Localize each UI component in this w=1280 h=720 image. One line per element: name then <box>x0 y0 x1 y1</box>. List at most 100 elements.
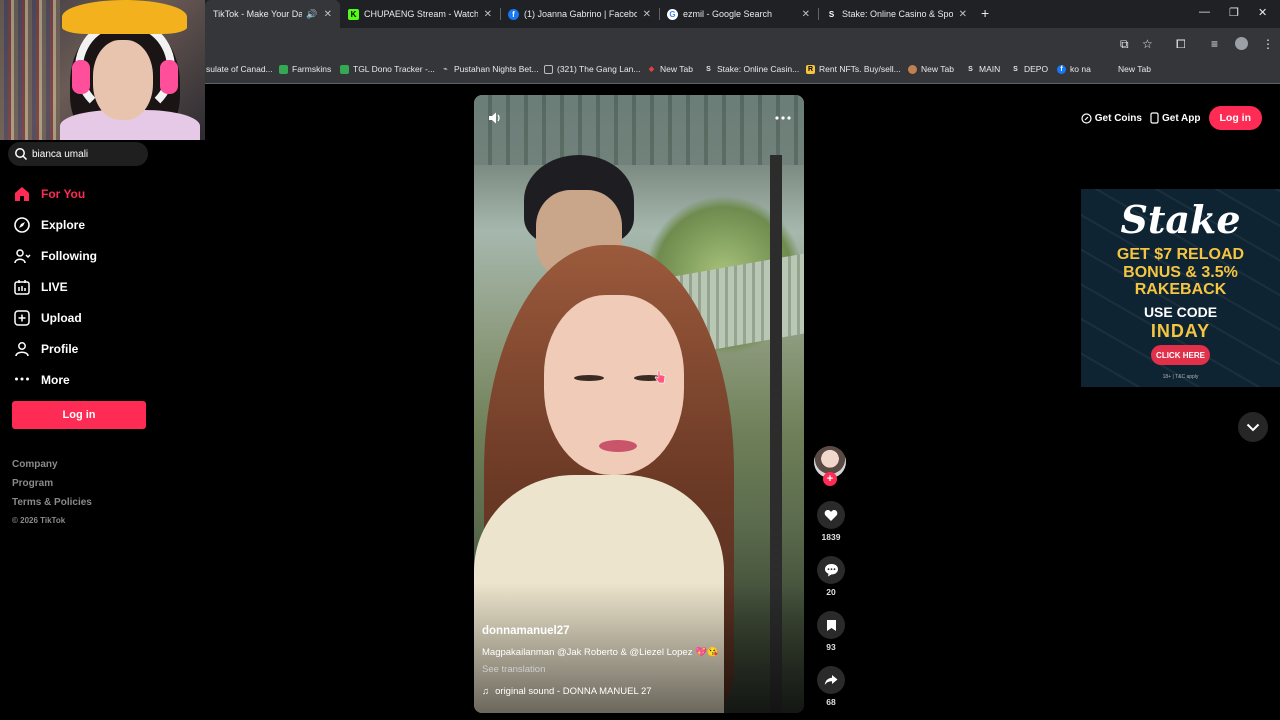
hand-cursor-icon <box>654 370 666 384</box>
header-actions: Get Coins Get App Log in <box>1066 104 1262 132</box>
profile-avatar-icon[interactable] <box>1235 37 1248 50</box>
headphone-ear <box>72 60 90 94</box>
ad-promo-code: INDAY <box>1150 321 1211 341</box>
ad-use-code-label: USE CODE <box>1143 304 1218 320</box>
get-coins-button[interactable]: Get Coins <box>1081 113 1142 124</box>
ad-promo-line: GET $7 RELOAD <box>1116 246 1245 263</box>
ad-click-here-button[interactable]: CLICK HERE <box>1151 345 1210 365</box>
follow-plus-icon[interactable]: + <box>823 472 837 486</box>
volume-icon[interactable] <box>487 110 503 126</box>
bookmark-button[interactable]: 93 <box>816 611 846 652</box>
sidebar-item-label: Explore <box>41 217 86 232</box>
get-app-label: Get App <box>1161 112 1201 124</box>
bookmark-item[interactable]: New Tab <box>1118 64 1151 74</box>
live-tv-icon <box>12 277 32 297</box>
video-author[interactable]: donnamanuel27 <box>482 625 782 637</box>
tab-facebook[interactable]: f (1) Joanna Gabrino | Facebook ✕ <box>500 0 659 28</box>
bookmark-item[interactable]: f ko na <box>1057 64 1091 74</box>
close-icon[interactable]: ✕ <box>643 9 651 20</box>
media-icon[interactable]: ≡ <box>1211 37 1218 51</box>
search-bar[interactable] <box>8 142 148 166</box>
share-count: 68 <box>826 697 836 707</box>
bookmark-item[interactable]: New Tab <box>908 64 954 74</box>
get-app-button[interactable]: Get App <box>1150 112 1201 124</box>
sidebar-item-label: Upload <box>41 310 82 325</box>
sidebar-item-profile[interactable]: Profile <box>12 333 152 364</box>
close-icon[interactable]: ✕ <box>802 9 810 20</box>
close-window-icon[interactable]: ✕ <box>1258 6 1267 19</box>
star-icon[interactable]: ☆ <box>1142 37 1153 51</box>
video-sound[interactable]: ♫ original sound - DONNA MANUEL 27 <box>482 686 782 697</box>
bookmark-label: New Tab <box>1118 64 1151 74</box>
footer-link-company[interactable]: Company <box>12 459 92 478</box>
video-scene-eye <box>574 375 604 381</box>
kebab-menu-icon[interactable]: ⋮ <box>1262 37 1274 51</box>
sidebar-item-label: Profile <box>41 341 79 356</box>
sidebar-item-live[interactable]: LIVE <box>12 271 152 302</box>
sidebar-item-following[interactable]: Following <box>12 240 152 271</box>
stake-ad-banner[interactable]: Stake GET $7 RELOAD BONUS & 3.5% RAKEBAC… <box>1081 189 1280 387</box>
more-options-icon[interactable] <box>774 110 792 126</box>
close-icon[interactable]: ✕ <box>484 9 492 20</box>
ad-promo-line: BONUS & 3.5% <box>1123 263 1238 281</box>
ad-terms: 18+ | T&C apply <box>1162 374 1199 380</box>
bookmark-item[interactable]: S MAIN <box>966 64 1000 74</box>
bookmark-item[interactable]: ◆ New Tab <box>647 64 693 74</box>
kick-icon: K <box>348 8 359 20</box>
compass-icon <box>12 215 32 235</box>
bookmark-label: (321) The Gang Lan... <box>557 64 641 74</box>
minimize-icon[interactable]: — <box>1199 6 1210 18</box>
bookmark-item[interactable]: TGL Dono Tracker -... <box>340 64 435 74</box>
install-app-icon[interactable]: ⧉ <box>1120 37 1129 52</box>
sidebar-item-for-you[interactable]: For You <box>12 178 152 209</box>
copyright-text: © 2026 TikTok <box>12 516 66 525</box>
share-button[interactable]: 68 <box>816 666 846 707</box>
tab-chupaeng[interactable]: K CHUPAENG Stream - Watch Liv ✕ <box>340 0 500 28</box>
plus-square-icon <box>12 308 32 328</box>
music-note-icon: ♫ <box>482 686 490 697</box>
close-icon[interactable]: ✕ <box>959 9 967 20</box>
bookmark-item[interactable]: R Rent NFTs. Buy/sell... <box>806 64 901 74</box>
next-video-button[interactable] <box>1238 412 1268 442</box>
bookmark-item[interactable]: S DEPO <box>1011 64 1048 74</box>
share-icon <box>824 675 838 685</box>
heart-icon <box>824 509 838 521</box>
bookmark-item[interactable]: ⌁ Pustahan Nights Bet... <box>441 64 538 74</box>
tab-icon: ◆ <box>648 65 655 73</box>
footer-link-program[interactable]: Program <box>12 478 92 497</box>
new-tab-button[interactable]: + <box>981 5 989 21</box>
restore-icon[interactable]: ❐ <box>1229 6 1239 19</box>
bookmark-item[interactable]: S Stake: Online Casin... <box>704 64 799 74</box>
ellipsis-icon <box>12 370 32 390</box>
bookmark-item[interactable]: Farmskins <box>279 64 331 74</box>
stake-icon: S <box>968 65 973 73</box>
get-coins-label: Get Coins <box>1094 112 1142 124</box>
see-translation-link[interactable]: See translation <box>482 664 782 675</box>
extensions-icon[interactable]: ⧠ <box>1176 37 1186 52</box>
search-input[interactable] <box>32 148 142 160</box>
header-login-button[interactable]: Log in <box>1208 106 1262 130</box>
bookmark-label: Farmskins <box>292 64 332 74</box>
bookshelf <box>0 0 60 140</box>
sidebar-item-more[interactable]: More <box>12 364 152 395</box>
footer-link-terms[interactable]: Terms & Policies <box>12 497 92 516</box>
video-scene-lips <box>599 440 637 452</box>
headphone-ear <box>160 60 178 94</box>
close-icon[interactable]: ✕ <box>324 9 332 20</box>
tab-stake[interactable]: S Stake: Online Casino & Sports B ✕ <box>818 0 975 28</box>
bookmark-item[interactable]: (321) The Gang Lan... <box>544 64 640 74</box>
tab-google[interactable]: G ezmil - Google Search ✕ <box>659 0 818 28</box>
like-button[interactable]: 1839 <box>816 501 846 542</box>
video-player[interactable] <box>474 95 804 713</box>
comment-button[interactable]: 20 <box>816 556 846 597</box>
tab-title: CHUPAENG Stream - Watch Liv <box>364 9 478 19</box>
sidebar-item-explore[interactable]: Explore <box>12 209 152 240</box>
bookmark-label: DEPO <box>1024 64 1049 74</box>
sidebar-item-upload[interactable]: Upload <box>12 302 152 333</box>
like-count: 1839 <box>821 532 841 542</box>
tab-tiktok[interactable]: TikTok - Make Your Day 🔊 ✕ <box>205 0 340 28</box>
bookmark-label: New Tab <box>921 64 954 74</box>
bookmark-item[interactable]: sulate of Canad... <box>206 64 273 74</box>
sidebar-login-button[interactable]: Log in <box>12 401 146 429</box>
sidebar-nav: For You Explore Following LIVE Upload Pr… <box>12 178 152 395</box>
